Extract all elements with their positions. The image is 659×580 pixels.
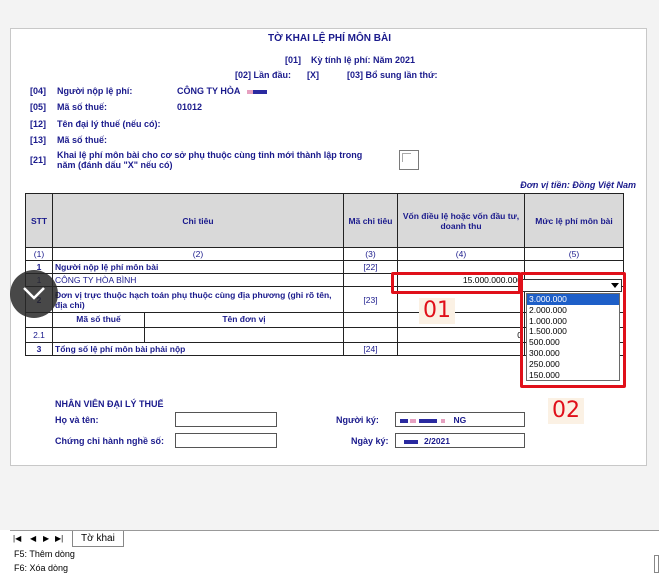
first-sheet-icon[interactable]: |◀	[13, 534, 21, 543]
header-capital: Vốn điều lệ hoặc vốn đầu tư, doanh thu	[397, 193, 525, 248]
subheader-unit-name: Tên đơn vị	[222, 314, 266, 324]
row-capital	[397, 312, 525, 328]
index-cell: (3)	[343, 247, 398, 261]
next-sheet-icon[interactable]: ▶	[43, 534, 49, 543]
field-code-05: [05]	[30, 102, 47, 112]
row-code: [22]	[343, 260, 398, 274]
agent-name-label: Họ và tên:	[55, 415, 99, 425]
tab-to-khai[interactable]: Tờ khai	[72, 531, 124, 547]
redaction-mark	[404, 439, 418, 444]
chevron-down-icon	[23, 287, 45, 300]
company-name-cell[interactable]: CÔNG TY HÒA BÌNH	[52, 273, 344, 287]
dependent-label-line1: Khai lệ phí môn bài cho cơ sở phụ thuộc …	[57, 150, 363, 160]
supplement-label: [03] Bổ sung lần thứ:	[347, 70, 438, 80]
tax-id-label: Mã số thuế:	[57, 102, 108, 112]
redaction-mark	[410, 418, 417, 423]
collapse-overlay-button[interactable]	[10, 270, 58, 318]
field-code-04: [04]	[30, 86, 47, 96]
row-code: [24]	[343, 342, 398, 356]
taxpayer-label: Người nộp lệ phí:	[57, 86, 133, 96]
field-code-12: [12]	[30, 119, 47, 129]
index-cell: (4)	[397, 247, 525, 261]
index-cell: (2)	[52, 247, 344, 261]
row-label: Tổng số lệ phí môn bài phải nộp	[52, 342, 344, 356]
taxpayer-value[interactable]: CÔNG TY HÒA	[177, 86, 267, 96]
header-code: Mã chỉ tiêu	[343, 193, 398, 248]
last-sheet-icon[interactable]: ▶|	[55, 534, 63, 543]
row-stt: 2.1	[25, 327, 53, 343]
field-code-21: [21]	[30, 155, 47, 165]
subheader-tax-code: Mã số thuế	[54, 313, 145, 327]
status-hint-delete-row: F6: Xóa dòng	[14, 563, 69, 573]
first-time-value[interactable]: [X]	[307, 70, 319, 80]
header-fee: Mức lệ phí môn bài	[524, 193, 624, 248]
tax-id-value[interactable]: 01012	[177, 102, 202, 112]
header-stt: STT	[25, 193, 53, 248]
sign-date-value: 2/2021	[424, 436, 450, 446]
row-label: Người nộp lệ phí môn bài	[52, 260, 344, 274]
currency-note: Đơn vị tiền: Đồng Việt Nam	[520, 180, 636, 190]
redaction-mark	[441, 418, 446, 423]
redaction-mark	[418, 418, 437, 423]
table-header-row: STT Chỉ tiêu Mã chỉ tiêu Vốn điều lệ hoặ…	[25, 193, 624, 248]
index-cell: (5)	[524, 247, 624, 261]
first-time-label: [02] Lần đầu:	[235, 70, 292, 80]
highlight-box-01	[391, 272, 521, 294]
agent-name-label: Tên đại lý thuế (nếu có):	[57, 119, 161, 129]
subheader-cell: Mã số thuế Tên đơn vị	[52, 312, 344, 328]
index-row: (1) (2) (3) (4) (5)	[25, 247, 624, 261]
agent-cert-input[interactable]	[175, 433, 277, 448]
scrollbar-stub[interactable]	[654, 555, 659, 573]
agent-cert-label: Chứng chỉ hành nghề số:	[55, 436, 165, 446]
signer-label: Người ký:	[336, 415, 379, 425]
agent-name-input[interactable]	[175, 412, 277, 427]
spreadsheet-area: TỜ KHAI LỆ PHÍ MÔN BÀI [01] Kỳ tính lệ p…	[0, 0, 659, 530]
header-item: Chỉ tiêu	[52, 193, 344, 248]
prev-sheet-icon[interactable]: ◀	[30, 534, 36, 543]
highlight-box-02	[520, 272, 626, 388]
sub-unit-split	[54, 328, 343, 342]
row-capital	[397, 342, 525, 356]
row-label: Đơn vị trực thuộc hạch toán phụ thuộc cù…	[52, 286, 344, 313]
agent-tax-id-label: Mã số thuế:	[57, 135, 108, 145]
dependent-label-line2: năm (đánh dấu "X" nếu có)	[57, 160, 173, 170]
redaction-mark	[252, 89, 267, 94]
callout-02: 02	[548, 398, 584, 424]
row-code	[343, 273, 398, 287]
subheader-split: Mã số thuế Tên đơn vị	[54, 313, 343, 327]
sign-date-label: Ngày ký:	[351, 436, 389, 446]
agent-heading: NHÂN VIÊN ĐẠI LÝ THUẾ	[55, 399, 164, 409]
status-hint-add-row: F5: Thêm dòng	[14, 549, 75, 559]
form-title: TỜ KHAI LỆ PHÍ MÔN BÀI	[268, 33, 391, 44]
row-code: [23]	[343, 286, 398, 313]
sub-unit-tax-code[interactable]	[54, 328, 145, 342]
field-code-13: [13]	[30, 135, 47, 145]
signer-value: NG	[453, 415, 467, 425]
sheet-tab-bar: |◀ ◀ ▶ ▶| Tờ khai	[10, 530, 659, 547]
dependent-checkbox[interactable]	[399, 150, 419, 170]
period-label: Kỳ tính lệ phí: Năm 2021	[311, 55, 416, 65]
callout-01: 01	[419, 298, 455, 324]
sub-unit-cell[interactable]	[52, 327, 344, 343]
row-code	[343, 312, 398, 328]
redaction-mark	[400, 418, 408, 423]
taxpayer-name: CÔNG TY HÒA	[177, 86, 241, 96]
sub-unit-name[interactable]	[145, 329, 343, 342]
row-code	[343, 327, 398, 343]
period-code: [01]	[285, 55, 302, 65]
signer-input[interactable]: NG	[395, 412, 525, 427]
index-cell: (1)	[25, 247, 53, 261]
sub-unit-capital[interactable]: 0	[397, 327, 525, 343]
row-stt: 3	[25, 342, 53, 356]
sign-date-input[interactable]: 2/2021	[395, 433, 525, 448]
